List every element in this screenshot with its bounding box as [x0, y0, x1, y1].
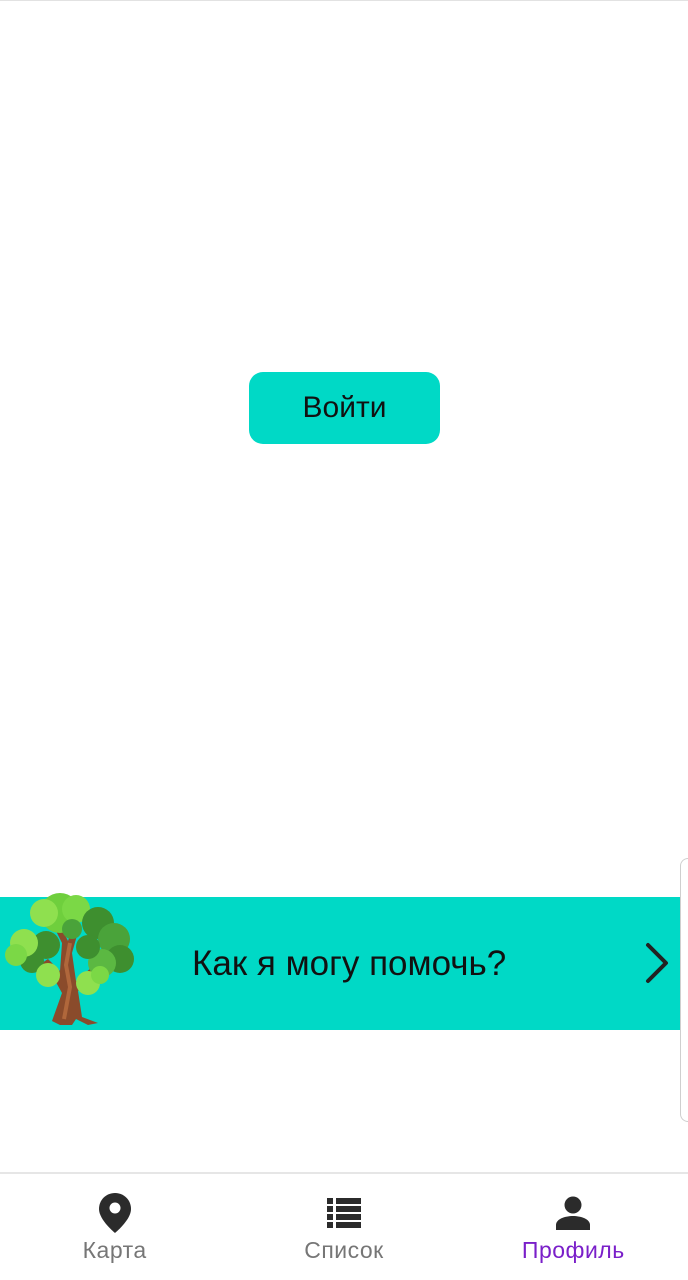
nav-item-profile[interactable]: Профиль	[459, 1174, 688, 1280]
nav-item-map[interactable]: Карта	[0, 1174, 229, 1280]
profile-screen: Войти Как я могу помочь? Карта Список Пр…	[0, 0, 688, 1280]
person-icon	[555, 1193, 591, 1233]
list-icon	[326, 1193, 362, 1233]
help-banner[interactable]: Как я могу помочь?	[0, 893, 688, 1030]
edge-panel-handle[interactable]	[680, 858, 688, 1122]
bottom-navigation: Карта Список Профиль	[0, 1172, 688, 1280]
nav-label-list: Список	[304, 1237, 384, 1263]
chevron-right-icon	[646, 943, 668, 983]
help-banner-label: Как я могу помочь?	[192, 943, 507, 983]
tree-icon	[5, 893, 134, 1025]
nav-item-list[interactable]: Список	[229, 1174, 458, 1280]
nav-label-profile: Профиль	[521, 1237, 625, 1263]
login-button[interactable]: Войти	[249, 372, 440, 444]
top-divider	[0, 0, 688, 1]
nav-label-map: Карта	[82, 1237, 147, 1263]
map-pin-icon	[97, 1193, 133, 1233]
